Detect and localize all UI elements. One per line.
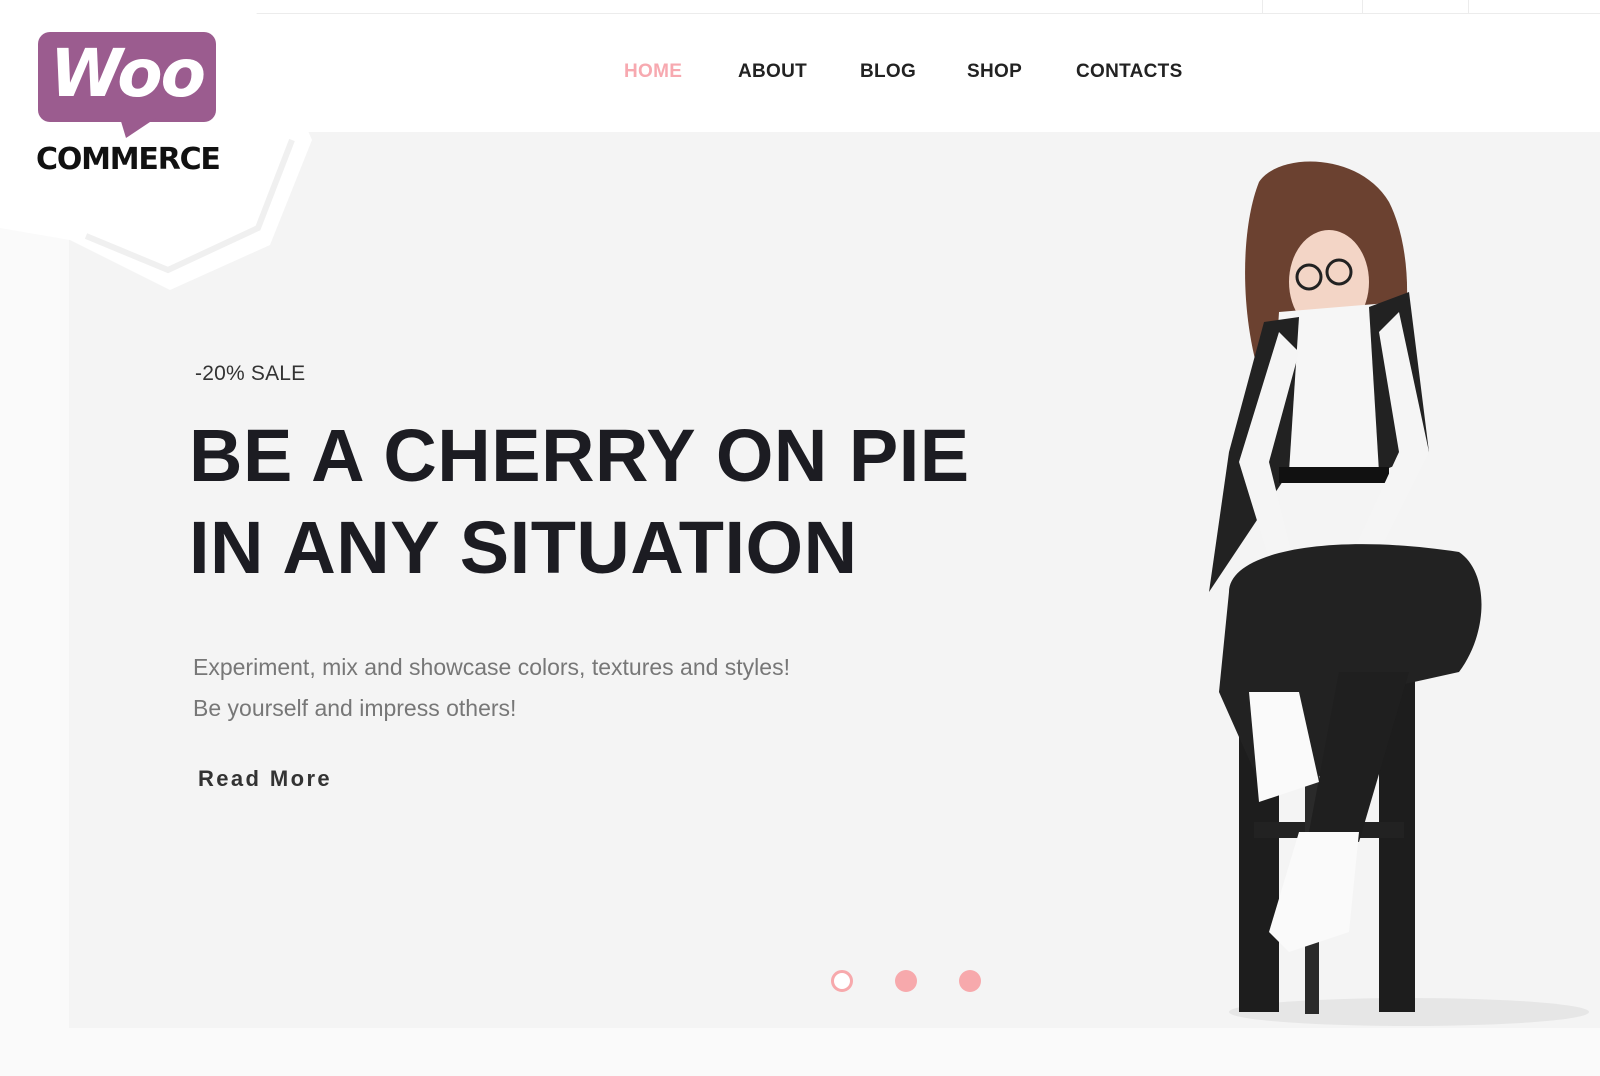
nav-item-contacts[interactable]: CONTACTS [1076, 61, 1183, 83]
woo-bubble-tail [120, 118, 156, 138]
hero-model-image [1209, 161, 1589, 1026]
hero-description-line-2: Be yourself and impress others! [193, 695, 517, 721]
hero-bottom-strip [0, 1028, 1600, 1076]
nav-item-home[interactable]: HOME [624, 61, 682, 83]
nav-item-shop[interactable]: SHOP [967, 61, 1022, 83]
logo-woo-text: Woo [50, 35, 206, 112]
woocommerce-logo[interactable]: Woo COMMERCE [0, 0, 312, 300]
top-bar [256, 0, 1600, 14]
hero-description-line-1: Experiment, mix and showcase colors, tex… [193, 654, 790, 680]
hero-headline: BE A CHERRY ON PIE IN ANY SITUATION [189, 410, 970, 594]
top-bar-segment[interactable] [1362, 0, 1468, 14]
top-bar-segment[interactable] [1468, 0, 1600, 14]
slider-dot-1[interactable] [831, 970, 853, 992]
read-more-button[interactable]: Read More [198, 766, 332, 792]
top-bar-segment[interactable] [1262, 0, 1362, 14]
slider-dot-3[interactable] [959, 970, 981, 992]
slider-dot-2[interactable] [895, 970, 917, 992]
hero-headline-line-2: IN ANY SITUATION [189, 506, 858, 589]
hero-headline-line-1: BE A CHERRY ON PIE [189, 414, 970, 497]
hero-description: Experiment, mix and showcase colors, tex… [193, 647, 790, 729]
nav-item-about[interactable]: ABOUT [738, 61, 807, 83]
nav-item-blog[interactable]: BLOG [860, 61, 916, 83]
logo-commerce-text: COMMERCE [36, 142, 221, 177]
sale-label: -20% SALE [195, 362, 306, 385]
